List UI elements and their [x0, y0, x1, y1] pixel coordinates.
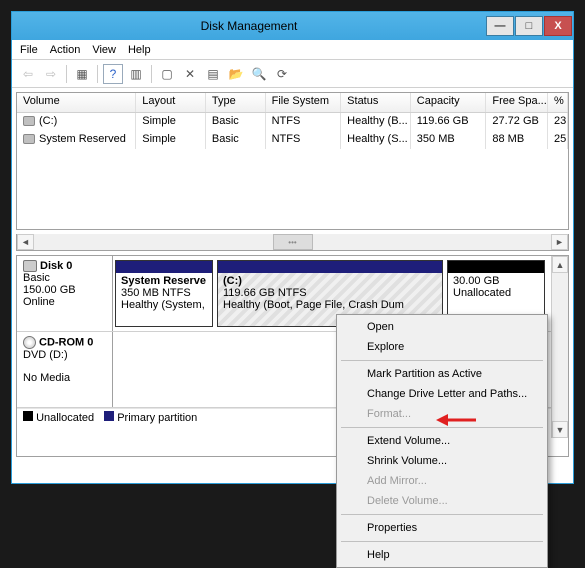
menu-add-mirror: Add Mirror... — [339, 471, 545, 491]
menu-shrink-volume[interactable]: Shrink Volume... — [339, 451, 545, 471]
forward-button[interactable]: ⇨ — [41, 64, 61, 84]
context-menu: Open Explore Mark Partition as Active Ch… — [336, 314, 548, 568]
properties-icon[interactable]: ▤ — [203, 64, 223, 84]
refresh-icon[interactable]: ⟳ — [272, 64, 292, 84]
scroll-left-icon[interactable]: ◄ — [17, 234, 34, 250]
maximize-button[interactable]: □ — [515, 16, 543, 36]
list-hscrollbar[interactable]: ◄ ••• ► — [16, 234, 569, 251]
drive-icon — [23, 134, 35, 144]
menu-help[interactable]: Help — [339, 545, 545, 565]
drive-icon — [23, 116, 35, 126]
titlebar[interactable]: Disk Management — □ X — [12, 12, 573, 40]
disk-info[interactable]: Disk 0 Basic 150.00 GB Online — [17, 256, 113, 331]
new-icon[interactable]: ▢ — [157, 64, 177, 84]
help-button[interactable]: ? — [103, 64, 123, 84]
graph-vscrollbar[interactable]: ▲ ▼ — [551, 256, 568, 438]
col-capacity[interactable]: Capacity — [411, 93, 487, 112]
window-controls: — □ X — [486, 16, 573, 36]
close-button[interactable]: X — [544, 16, 572, 36]
settings-icon[interactable]: ▥ — [126, 64, 146, 84]
menubar: File Action View Help — [12, 40, 573, 60]
list-header: Volume Layout Type File System Status Ca… — [17, 93, 568, 113]
scroll-right-icon[interactable]: ► — [551, 234, 568, 250]
scroll-track[interactable]: ••• — [34, 234, 551, 250]
menu-open[interactable]: Open — [339, 317, 545, 337]
col-layout[interactable]: Layout — [136, 93, 206, 112]
col-fs[interactable]: File System — [266, 93, 342, 112]
col-type[interactable]: Type — [206, 93, 266, 112]
disk-info[interactable]: CD-ROM 0 DVD (D:) No Media — [17, 332, 113, 407]
col-free[interactable]: Free Spa... — [486, 93, 548, 112]
col-status[interactable]: Status — [341, 93, 411, 112]
menu-delete-volume: Delete Volume... — [339, 491, 545, 511]
menu-change-letter[interactable]: Change Drive Letter and Paths... — [339, 384, 545, 404]
col-pct[interactable]: % — [548, 93, 568, 112]
partition-system-reserved[interactable]: System Reserve 350 MB NTFS Healthy (Syst… — [115, 260, 213, 327]
back-button[interactable]: ⇦ — [18, 64, 38, 84]
scroll-down-icon[interactable]: ▼ — [552, 421, 568, 438]
scroll-up-icon[interactable]: ▲ — [552, 256, 568, 273]
col-volume[interactable]: Volume — [17, 93, 136, 112]
volume-list: Volume Layout Type File System Status Ca… — [16, 92, 569, 230]
toolbar: ⇦ ⇨ ▦ ? ▥ ▢ ✕ ▤ 📂 🔍 ⟳ — [12, 60, 573, 88]
legend-swatch-unalloc — [23, 411, 33, 421]
menu-file[interactable]: File — [20, 44, 38, 56]
menu-view[interactable]: View — [92, 44, 116, 56]
menu-action[interactable]: Action — [50, 44, 81, 56]
menu-mark-active[interactable]: Mark Partition as Active — [339, 364, 545, 384]
minimize-button[interactable]: — — [486, 16, 514, 36]
menu-extend-volume[interactable]: Extend Volume... — [339, 431, 545, 451]
open-icon[interactable]: 📂 — [226, 64, 246, 84]
scroll-thumb[interactable]: ••• — [273, 234, 313, 250]
list-row[interactable]: (C:) Simple Basic NTFS Healthy (B... 119… — [17, 113, 568, 131]
delete-icon[interactable]: ✕ — [180, 64, 200, 84]
list-row[interactable]: System Reserved Simple Basic NTFS Health… — [17, 131, 568, 149]
menu-format: Format... — [339, 404, 545, 424]
cdrom-icon — [23, 336, 36, 349]
menu-properties[interactable]: Properties — [339, 518, 545, 538]
window-title: Disk Management — [12, 19, 486, 33]
disk-icon — [23, 260, 37, 272]
search-icon[interactable]: 🔍 — [249, 64, 269, 84]
menu-help[interactable]: Help — [128, 44, 151, 56]
view-button[interactable]: ▦ — [72, 64, 92, 84]
menu-explore[interactable]: Explore — [339, 337, 545, 357]
legend-swatch-primary — [104, 411, 114, 421]
